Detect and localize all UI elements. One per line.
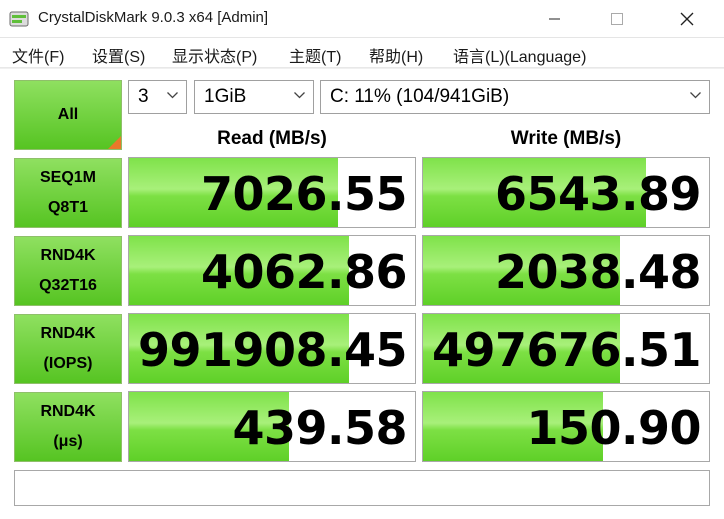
all-button[interactable]: All	[14, 80, 122, 150]
minimize-button[interactable]	[532, 0, 578, 38]
test-label-line2: (IOPS)	[43, 355, 93, 372]
test-label-line1: SEQ1M	[39, 169, 96, 186]
count-select-value: 3	[138, 86, 149, 107]
read-result-value: 439.58	[232, 401, 407, 455]
read-result-cell: 4062.86	[128, 235, 416, 306]
drive-select-value: C: 11% (104/941GiB)	[330, 86, 510, 107]
size-select-value: 1GiB	[204, 86, 247, 107]
comment-field[interactable]	[14, 470, 710, 506]
menu-display[interactable]: 显示状态(P)	[172, 43, 257, 67]
test-label-line2: Q32T16	[39, 277, 97, 294]
menu-bar: 文件(F) 设置(S) 显示状态(P) 主题(T) 帮助(H) 语言(L)(La…	[0, 38, 724, 68]
close-icon	[680, 12, 694, 26]
write-result-value: 497676.51	[431, 323, 702, 377]
window-title: CrystalDiskMark 9.0.3 x64 [Admin]	[38, 9, 269, 26]
title-bar: CrystalDiskMark 9.0.3 x64 [Admin]	[0, 0, 724, 38]
read-result-value: 7026.55	[200, 167, 408, 221]
test-label-line2: Q8T1	[47, 199, 88, 216]
test-label-line1: RND4K	[40, 403, 96, 420]
write-result-value: 150.90	[526, 401, 701, 455]
count-select[interactable]: 3	[128, 80, 187, 114]
chevron-down-icon	[690, 92, 701, 99]
write-result-value: 2038.48	[494, 245, 702, 299]
test-button-seq1m-q8t1[interactable]: SEQ1M Q8T1	[14, 158, 122, 228]
app-icon	[9, 11, 29, 27]
chevron-down-icon	[167, 92, 178, 99]
maximize-button[interactable]	[594, 0, 640, 38]
test-label-line1: RND4K	[40, 325, 96, 342]
menu-help[interactable]: 帮助(H)	[369, 43, 423, 67]
menu-theme[interactable]: 主题(T)	[289, 43, 341, 67]
write-result-cell: 497676.51	[422, 313, 710, 384]
menu-file[interactable]: 文件(F)	[12, 43, 64, 67]
test-button-rnd4k-latency[interactable]: RND4K (μs)	[14, 392, 122, 462]
read-result-cell: 991908.45	[128, 313, 416, 384]
read-result-cell: 7026.55	[128, 157, 416, 228]
maximize-icon	[611, 13, 623, 25]
chevron-down-icon	[294, 92, 305, 99]
test-label-line1: RND4K	[40, 247, 96, 264]
write-header: Write (MB/s)	[510, 128, 622, 149]
test-label-line2: (μs)	[53, 433, 83, 450]
size-select[interactable]: 1GiB	[194, 80, 314, 114]
read-result-cell: 439.58	[128, 391, 416, 462]
all-button-label: All	[57, 106, 79, 123]
test-button-rnd4k-q32t16[interactable]: RND4K Q32T16	[14, 236, 122, 306]
write-result-value: 6543.89	[494, 167, 702, 221]
close-button[interactable]	[664, 0, 710, 38]
write-result-cell: 150.90	[422, 391, 710, 462]
read-header: Read (MB/s)	[217, 128, 327, 149]
minimize-icon	[549, 18, 560, 20]
drive-select[interactable]: C: 11% (104/941GiB)	[320, 80, 710, 114]
menu-language[interactable]: 语言(L)(Language)	[453, 43, 586, 67]
read-result-value: 4062.86	[200, 245, 408, 299]
test-button-rnd4k-iops[interactable]: RND4K (IOPS)	[14, 314, 122, 384]
write-result-cell: 6543.89	[422, 157, 710, 228]
write-result-cell: 2038.48	[422, 235, 710, 306]
menu-settings[interactable]: 设置(S)	[92, 43, 145, 67]
read-result-value: 991908.45	[137, 323, 408, 377]
corner-marker	[108, 136, 121, 149]
